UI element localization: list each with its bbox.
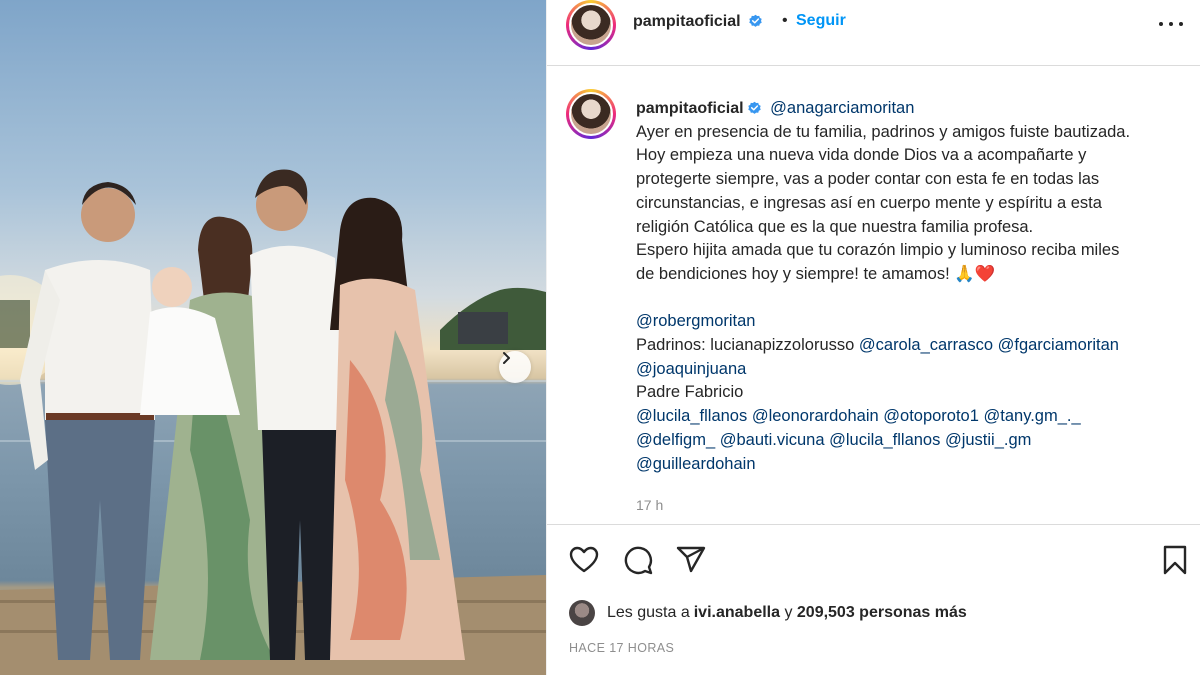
caption-line: protegerte siempre, vas a poder contar c… (636, 170, 1100, 189)
bookmark-icon[interactable] (1159, 544, 1191, 576)
action-bar (547, 540, 1200, 580)
caption-time[interactable]: 17 h (636, 497, 663, 513)
heart-icon[interactable] (568, 544, 600, 576)
share-icon[interactable] (675, 544, 707, 576)
header-separator: • (782, 12, 788, 29)
author-avatar[interactable] (566, 0, 616, 50)
carousel-next-button[interactable] (499, 351, 531, 383)
mention-link[interactable]: @lucila_fllanos (829, 431, 940, 449)
liker-avatar[interactable] (569, 600, 595, 626)
more-options-icon[interactable] (1159, 20, 1183, 28)
follow-button[interactable]: Seguir (796, 12, 846, 30)
mention-link[interactable]: @tany.gm_._ (984, 407, 1081, 425)
mention-link[interactable]: @joaquinjuana (636, 360, 746, 378)
caption-line: Espero hijita amada que tu corazón limpi… (636, 241, 1120, 260)
mention-link[interactable]: @delfigm_ (636, 431, 715, 449)
mention-link[interactable]: @lucila_fllanos (636, 407, 747, 425)
caption-text: pampitaoficial @anagarciamoritan Ayer en… (636, 97, 1196, 476)
caption-line: Hoy empieza una nueva vida donde Dios va… (636, 146, 1087, 165)
likes-middle: y (780, 604, 797, 621)
padrinos-label: Padrinos: (636, 336, 711, 355)
post-photo[interactable] (0, 0, 546, 675)
author-username[interactable]: pampitaoficial (633, 13, 741, 30)
post-header: pampitaoficial • Seguir (547, 0, 1200, 66)
padre-line: Padre Fabricio (636, 383, 744, 402)
caption-line: Ayer en presencia de tu familia, padrino… (636, 122, 1131, 141)
padrino-name: lucianapizzolorusso (710, 336, 855, 355)
verified-badge-icon (747, 101, 761, 114)
likes-summary: Les gusta a ivi.anabella y 209,503 perso… (569, 600, 967, 626)
mention-link[interactable]: @fgarciamoritan (998, 336, 1119, 354)
caption-area: pampitaoficial @anagarciamoritan Ayer en… (547, 67, 1200, 525)
mention-link[interactable]: @otoporoto1 (883, 407, 979, 425)
likes-count[interactable]: 209,503 personas más (797, 604, 967, 622)
caption-author-username[interactable]: pampitaoficial (636, 100, 744, 117)
family-photo-illustration (0, 169, 546, 675)
author-name-row: pampitaoficial (633, 13, 763, 31)
post-timestamp[interactable]: HACE 17 HORAS (569, 641, 674, 655)
mention-link[interactable]: @carola_carrasco (859, 336, 993, 354)
mention-link[interactable]: @guilleardohain (636, 455, 756, 473)
caption-line: circunstancias, e ingresas así en cuerpo… (636, 193, 1102, 212)
chevron-right-icon (503, 352, 510, 364)
caption-header-line: pampitaoficial @anagarciamoritan (636, 97, 1196, 121)
caption-author-avatar[interactable] (566, 89, 616, 139)
caption-mention[interactable]: @anagarciamoritan (770, 99, 914, 117)
mention-link[interactable]: @robergmoritan (636, 312, 755, 330)
mention-link[interactable]: @bauti.vicuna (720, 431, 825, 449)
post-side-panel: pampitaoficial • Seguir pampitaoficial @… (546, 0, 1200, 675)
likes-prefix: Les gusta a (607, 604, 690, 621)
verified-badge-icon (749, 14, 762, 27)
comment-icon[interactable] (622, 544, 654, 576)
mention-link[interactable]: @leonorardohain (752, 407, 879, 425)
mention-link[interactable]: @justii_.gm (945, 431, 1031, 449)
liker-username[interactable]: ivi.anabella (694, 604, 780, 622)
caption-line: de bendiciones hoy y siempre! te amamos!… (636, 264, 996, 283)
caption-line: religión Católica que es la que nuestra … (636, 217, 1034, 236)
